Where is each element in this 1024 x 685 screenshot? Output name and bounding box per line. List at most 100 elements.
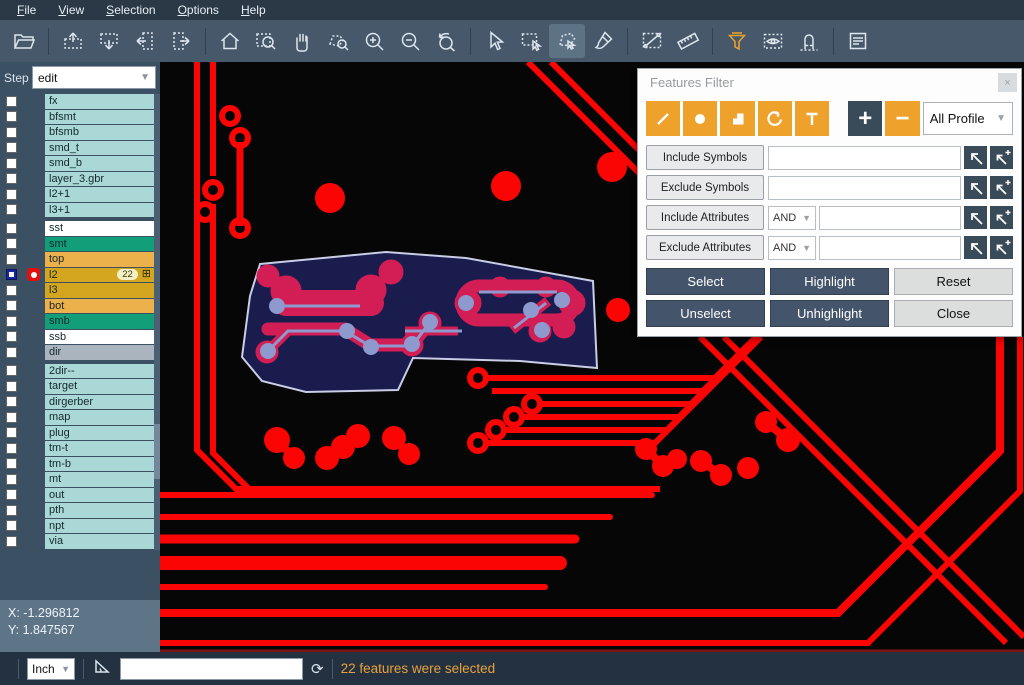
menu-selection[interactable]: Selection [95,0,166,20]
layer-row-smd-t[interactable]: smd_t [0,141,160,156]
layer-visibility-checkbox[interactable] [6,254,17,265]
layer-label[interactable]: via [45,534,154,549]
select-pick-icon[interactable] [964,176,987,199]
layer-label[interactable]: sst [45,221,154,236]
rect-select-icon[interactable] [513,24,549,58]
layer-visibility-checkbox[interactable] [6,285,17,296]
layer-label[interactable]: pth [45,503,154,518]
layer-visibility-checkbox[interactable] [6,365,17,376]
unit-select[interactable]: Inch ▼ [27,658,75,680]
highlight-button[interactable]: Highlight [770,268,889,295]
layer-row-l2-1[interactable]: l2+1 [0,187,160,202]
layer-label[interactable]: tm-t [45,441,154,456]
layer-label[interactable]: plug [45,426,154,441]
layer-row-out[interactable]: out [0,488,160,503]
layer-row-dir[interactable]: dir [0,345,160,360]
close-button[interactable]: Close [894,300,1013,327]
layer-row-npt[interactable]: npt [0,519,160,534]
layer-row-sst[interactable]: sst [0,221,160,236]
feature-pad-icon[interactable] [683,101,717,136]
layer-label[interactable]: 2dir-- [45,364,154,379]
filter-row-label-button[interactable]: Include Symbols [646,145,764,170]
active-layer-cell[interactable] [22,221,45,236]
active-layer-cell[interactable] [22,172,45,187]
layer-label[interactable]: bot [45,299,154,314]
layer-row-l2[interactable]: l222⊞ [0,268,160,283]
active-layer-cell[interactable] [22,141,45,156]
select-pick-icon[interactable] [964,206,987,229]
layer-row-pth[interactable]: pth [0,503,160,518]
layer-label[interactable]: bfsmt [45,110,154,125]
layer-visibility-checkbox[interactable] [6,347,17,358]
layer-row-smd-b[interactable]: smd_b [0,156,160,171]
feature-line-icon[interactable] [646,101,680,136]
filter-value-input[interactable] [819,206,961,230]
layer-visibility-checkbox[interactable] [6,427,17,438]
layer-label[interactable]: bfsmb [45,125,154,140]
layer-visibility-checkbox[interactable] [6,223,17,234]
active-layer-cell[interactable] [22,519,45,534]
active-layer-cell[interactable] [22,534,45,549]
filter-row-label-button[interactable]: Exclude Attributes [646,235,764,260]
sync-icon[interactable]: ⟳ [311,660,324,678]
zoom-in-icon[interactable] [356,24,392,58]
show-hide-eye-icon[interactable] [755,24,791,58]
active-layer-cell[interactable] [22,488,45,503]
active-layer-cell[interactable] [22,330,45,345]
menu-help[interactable]: Help [230,0,277,20]
layer-visibility-checkbox[interactable] [6,520,17,531]
active-layer-cell[interactable] [22,345,45,360]
zoom-out-icon[interactable] [392,24,428,58]
layer-row-ssb[interactable]: ssb [0,330,160,345]
layer-label[interactable]: mt [45,472,154,487]
layer-visibility-checkbox[interactable] [6,536,17,547]
layer-row-mt[interactable]: mt [0,472,160,487]
profile-select[interactable]: All Profile▼ [923,102,1013,135]
layer-visibility-checkbox[interactable] [6,269,17,280]
open-folder-icon[interactable] [6,24,42,58]
menu-options[interactable]: Options [167,0,230,20]
filter-row-label-button[interactable]: Include Attributes [646,205,764,230]
layer-visibility-checkbox[interactable] [6,158,17,169]
layer-visibility-checkbox[interactable] [6,381,17,392]
layer-visibility-checkbox[interactable] [6,173,17,184]
filter-value-input[interactable] [768,176,961,200]
select-button[interactable]: Select [646,268,765,295]
filter-value-input[interactable] [768,146,961,170]
layers-panel-icon[interactable] [840,24,876,58]
dialog-titlebar[interactable]: Features Filter × [638,69,1021,96]
select-pick-add-icon[interactable] [990,176,1013,199]
layer-row-dirgerber[interactable]: dirgerber [0,395,160,410]
active-layer-cell[interactable] [22,441,45,456]
layer-label[interactable]: target [45,379,154,394]
active-layer-cell[interactable] [22,252,45,267]
active-layer-cell[interactable] [22,364,45,379]
layer-label[interactable]: layer_3.gbr [45,172,154,187]
layer-label[interactable]: smb [45,314,154,329]
layer-row-l3-1[interactable]: l3+1 [0,203,160,218]
active-layer-cell[interactable] [22,125,45,140]
layer-row-map[interactable]: map [0,410,160,425]
layer-visibility-checkbox[interactable] [6,474,17,485]
layer-row-bot[interactable]: bot [0,299,160,314]
layer-label[interactable]: smd_b [45,156,154,171]
layer-label[interactable]: out [45,488,154,503]
layer-row-top[interactable]: top [0,252,160,267]
snap-magnet-icon[interactable] [791,24,827,58]
active-layer-cell[interactable] [22,110,45,125]
repaint-brush-icon[interactable] [585,24,621,58]
layer-scrollbar[interactable] [154,94,160,550]
layer-row-tm-b[interactable]: tm-b [0,457,160,472]
zoom-previous-icon[interactable] [428,24,464,58]
layer-label[interactable]: top [45,252,154,267]
active-layer-cell[interactable] [22,395,45,410]
layer-label[interactable]: tm-b [45,457,154,472]
layer-row-l3[interactable]: l3 [0,283,160,298]
filter-row-label-button[interactable]: Exclude Symbols [646,175,764,200]
pan-down-icon[interactable] [91,24,127,58]
select-pick-add-icon[interactable] [990,146,1013,169]
layer-visibility-checkbox[interactable] [6,396,17,407]
layer-row-bfsmt[interactable]: bfsmt [0,110,160,125]
active-layer-cell[interactable] [22,314,45,329]
layer-visibility-checkbox[interactable] [6,316,17,327]
